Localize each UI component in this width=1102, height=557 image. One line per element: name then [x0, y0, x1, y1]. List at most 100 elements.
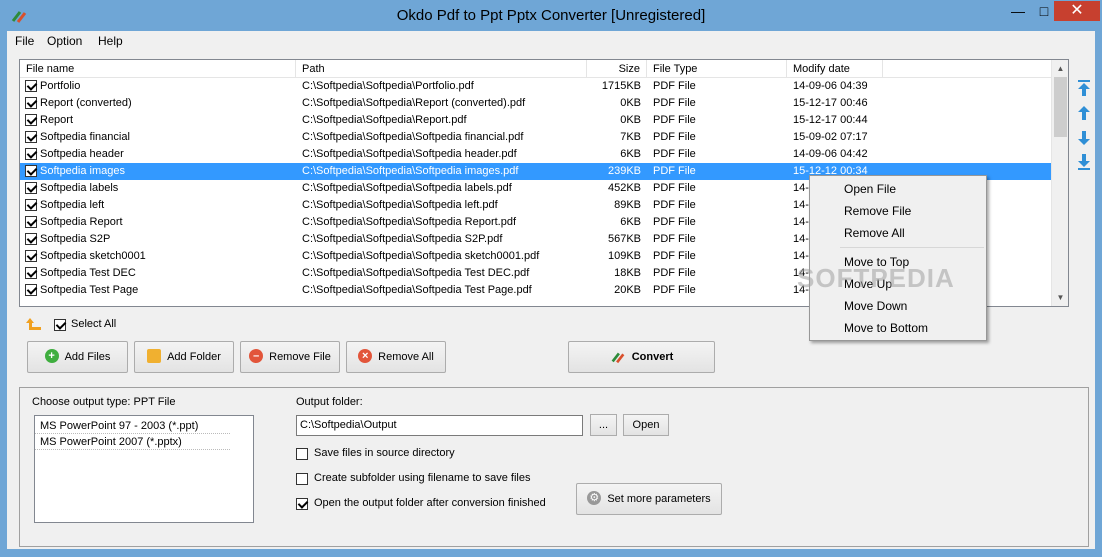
- column-header-file-type[interactable]: File Type: [647, 60, 787, 78]
- x-icon: ×: [358, 349, 373, 364]
- row-checkbox[interactable]: [25, 233, 37, 245]
- row-checkbox[interactable]: [25, 267, 37, 279]
- cell-size: 1715KB: [601, 80, 641, 92]
- move-to-bottom-icon[interactable]: [1077, 153, 1091, 171]
- column-header-modify-date[interactable]: Modify date: [787, 60, 883, 78]
- cell-path: C:\Softpedia\Softpedia\Report.pdf: [302, 114, 467, 126]
- move-to-top-icon[interactable]: [1077, 79, 1091, 97]
- output-type-option[interactable]: MS PowerPoint 97 - 2003 (*.ppt): [35, 418, 230, 434]
- watermark: SOFTPEDIA: [797, 263, 955, 293]
- select-all-checkbox[interactable]: [54, 319, 66, 331]
- save-source-dir-checkbox[interactable]: [296, 448, 308, 460]
- row-checkbox[interactable]: [25, 97, 37, 109]
- window-title: Okdo Pdf to Ppt Pptx Converter [Unregist…: [396, 7, 706, 24]
- remove-all-button[interactable]: × Remove All: [346, 341, 446, 373]
- browse-button[interactable]: ...: [590, 414, 617, 436]
- move-down-icon[interactable]: [1077, 129, 1091, 147]
- scroll-down-icon[interactable]: ▼: [1052, 289, 1068, 306]
- context-menu: Open File Remove File Remove All Move to…: [809, 175, 987, 341]
- cell-date: 15-09-02 07:17: [793, 131, 868, 143]
- menu-file[interactable]: File: [15, 34, 34, 48]
- cell-type: PDF File: [653, 148, 696, 160]
- table-row[interactable]: Softpedia financial C:\Softpedia\Softpedi…: [20, 129, 1051, 146]
- table-row[interactable]: Report (converted) C:\Softpedia\Softpedia…: [20, 95, 1051, 112]
- row-checkbox[interactable]: [25, 80, 37, 92]
- cell-type: PDF File: [653, 97, 696, 109]
- output-type-option[interactable]: MS PowerPoint 2007 (*.pptx): [35, 434, 230, 450]
- open-folder-button[interactable]: Open: [623, 414, 669, 436]
- open-after-conversion-checkbox[interactable]: [296, 498, 308, 510]
- output-type-label: Choose output type: PPT File: [32, 396, 176, 408]
- minus-icon: –: [249, 349, 264, 364]
- plus-icon: +: [44, 349, 59, 364]
- table-row[interactable]: Portfolio C:\Softpedia\Softpedia\Portfoli…: [20, 78, 1051, 95]
- minimize-button[interactable]: —: [1005, 1, 1031, 21]
- table-row[interactable]: Softpedia header C:\Softpedia\Softpedia\S…: [20, 146, 1051, 163]
- create-subfolder-checkbox[interactable]: [296, 473, 308, 485]
- row-checkbox[interactable]: [25, 114, 37, 126]
- cell-name: Softpedia sketch0001: [40, 250, 146, 262]
- cell-path: C:\Softpedia\Softpedia\Report (converted…: [302, 97, 526, 109]
- column-header-path[interactable]: Path: [296, 60, 587, 78]
- ctx-move-down[interactable]: Move Down: [844, 296, 907, 316]
- move-up-icon[interactable]: [1077, 104, 1091, 122]
- cell-type: PDF File: [653, 165, 696, 177]
- cell-name: Softpedia Report: [40, 216, 123, 228]
- row-checkbox[interactable]: [25, 148, 37, 160]
- menu-help[interactable]: Help: [98, 34, 123, 48]
- cell-date: 15-12-17 00:44: [793, 114, 868, 126]
- save-source-dir-label: Save files in source directory: [314, 447, 455, 459]
- cell-date: 14-09-06 04:42: [793, 148, 868, 160]
- cell-type: PDF File: [653, 114, 696, 126]
- ctx-remove-all[interactable]: Remove All: [844, 223, 905, 243]
- output-folder-label: Output folder:: [296, 396, 363, 408]
- add-folder-button[interactable]: Add Folder: [134, 341, 234, 373]
- cell-size: 452KB: [607, 182, 641, 194]
- cell-date: 15-12-17 00:46: [793, 97, 868, 109]
- ctx-open-file[interactable]: Open File: [844, 179, 896, 199]
- row-checkbox[interactable]: [25, 250, 37, 262]
- cell-name: Softpedia financial: [40, 131, 130, 143]
- row-checkbox[interactable]: [25, 165, 37, 177]
- convert-button[interactable]: Convert: [568, 341, 715, 373]
- cell-path: C:\Softpedia\Softpedia\Softpedia Report.…: [302, 216, 517, 228]
- row-checkbox[interactable]: [25, 199, 37, 211]
- select-all-label: Select All: [71, 318, 117, 330]
- ctx-move-to-bottom[interactable]: Move to Bottom: [844, 318, 928, 338]
- add-files-button[interactable]: + Add Files: [27, 341, 128, 373]
- cell-name: Softpedia Test DEC: [40, 267, 136, 279]
- cell-size: 567KB: [607, 233, 641, 245]
- output-folder-input[interactable]: C:\Softpedia\Output: [296, 415, 583, 436]
- cell-path: C:\Softpedia\Softpedia\Portfolio.pdf: [302, 80, 474, 92]
- table-row[interactable]: Report C:\Softpedia\Softpedia\Report.pdf 0…: [20, 112, 1051, 129]
- convert-icon: [611, 352, 625, 364]
- menu-option[interactable]: Option: [47, 34, 82, 48]
- row-checkbox[interactable]: [25, 131, 37, 143]
- scroll-thumb[interactable]: [1054, 77, 1067, 137]
- row-checkbox[interactable]: [25, 182, 37, 194]
- row-checkbox[interactable]: [25, 284, 37, 296]
- close-button[interactable]: ✕: [1054, 1, 1100, 21]
- file-list-scrollbar[interactable]: ▲ ▼: [1051, 60, 1068, 306]
- folder-icon: [147, 349, 162, 364]
- cell-path: C:\Softpedia\Softpedia\Softpedia sketch0…: [302, 250, 540, 262]
- cell-name: Softpedia S2P: [40, 233, 111, 245]
- remove-file-button[interactable]: – Remove File: [240, 341, 340, 373]
- column-header-size[interactable]: Size: [587, 60, 647, 78]
- set-more-parameters-button[interactable]: ⚙ Set more parameters: [576, 483, 722, 515]
- column-header-file-name[interactable]: File name: [20, 60, 296, 78]
- cell-date: 14-09-06 04:39: [793, 80, 868, 92]
- output-type-list[interactable]: MS PowerPoint 97 - 2003 (*.ppt) MS Power…: [34, 415, 254, 523]
- cell-name: Report: [40, 114, 74, 126]
- scroll-up-icon[interactable]: ▲: [1052, 60, 1068, 77]
- cell-name: Softpedia left: [40, 199, 105, 211]
- up-level-icon[interactable]: [26, 317, 42, 331]
- cell-size: 0KB: [620, 114, 641, 126]
- cell-type: PDF File: [653, 80, 696, 92]
- cell-size: 18KB: [614, 267, 641, 279]
- row-checkbox[interactable]: [25, 216, 37, 228]
- cell-size: 7KB: [620, 131, 641, 143]
- cell-name: Softpedia labels: [40, 182, 119, 194]
- ctx-remove-file[interactable]: Remove File: [844, 201, 911, 221]
- title-bar: Okdo Pdf to Ppt Pptx Converter [Unregist…: [0, 0, 1102, 31]
